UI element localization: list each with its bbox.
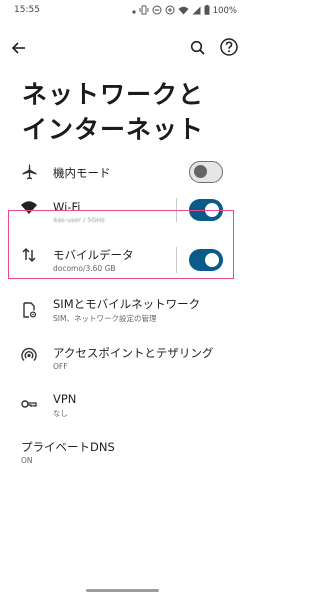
private-dns-label: プライベートDNS [21, 440, 115, 454]
dnd-icon [152, 5, 162, 17]
swap-vertical-icon [20, 246, 38, 264]
data-saver-icon [165, 5, 175, 17]
page-title-line2: インターネット [22, 115, 205, 144]
gesture-nav-handle[interactable] [86, 589, 159, 592]
page-title: ネットワークと インターネット [22, 77, 232, 147]
hotspot-icon [20, 346, 38, 364]
battery-icon [204, 5, 210, 17]
help-icon[interactable] [219, 37, 239, 57]
status-time: 15:55 [14, 5, 40, 15]
sim-settings-icon [20, 301, 38, 319]
notification-dot-icon [132, 7, 136, 16]
status-icons: 100% [132, 5, 237, 17]
vibrate-icon [139, 5, 149, 17]
airplane-mode-toggle[interactable] [189, 161, 223, 183]
mobile-data-toggle[interactable] [189, 249, 223, 271]
hotspot-label: アクセスポイントとテザリング [53, 346, 214, 360]
toggle-knob [205, 253, 219, 267]
hotspot-status: OFF [53, 362, 68, 371]
setting-vpn[interactable]: VPN なし [0, 384, 245, 434]
top-app-bar [0, 34, 245, 64]
signal-icon [192, 6, 201, 17]
toggle-knob [194, 165, 207, 178]
mobile-data-label: モバイルデータ [53, 248, 134, 262]
battery-percent: 100% [212, 6, 237, 16]
divider [176, 247, 177, 273]
vpn-label: VPN [53, 392, 77, 406]
sim-network-description: SIM、ネットワーク設定の管理 [53, 314, 157, 323]
setting-private-dns[interactable]: プライベートDNS ON [0, 434, 245, 479]
sim-network-label: SIMとモバイルネットワーク [53, 297, 201, 311]
vpn-key-icon [20, 395, 38, 413]
setting-hotspot-tethering[interactable]: アクセスポイントとテザリング OFF [0, 334, 245, 384]
setting-mobile-data[interactable]: モバイルデータ docomo/3.60 GB [0, 232, 245, 282]
page-title-line1: ネットワークと [22, 80, 205, 109]
vpn-status: なし [53, 409, 68, 418]
search-icon[interactable] [188, 38, 208, 58]
setting-sim-network[interactable]: SIMとモバイルネットワーク SIM、ネットワーク設定の管理 [0, 282, 245, 334]
wifi-icon [178, 6, 189, 17]
setting-airplane-mode[interactable]: 機内モード [0, 150, 245, 195]
airplane-mode-label: 機内モード [53, 166, 111, 180]
private-dns-status: ON [21, 456, 33, 465]
mobile-data-usage: docomo/3.60 GB [53, 264, 116, 273]
airplane-icon [20, 163, 38, 181]
arrow-back-icon[interactable] [9, 38, 29, 58]
status-bar: 15:55 100% [0, 0, 245, 22]
